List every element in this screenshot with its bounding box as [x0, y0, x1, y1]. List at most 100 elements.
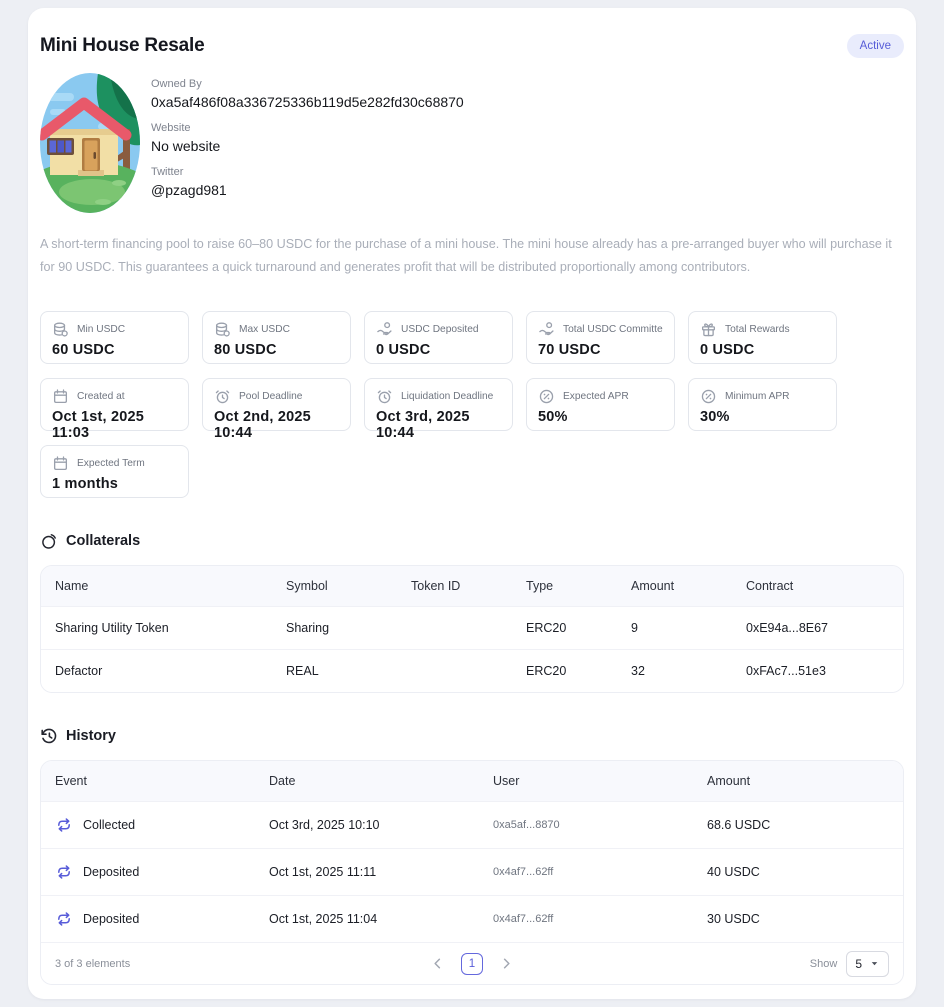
event-type: Collected	[83, 818, 136, 833]
column-header: Type	[526, 579, 554, 594]
history-icon	[40, 727, 58, 745]
collateral-type: ERC20	[512, 606, 617, 650]
pool-avatar-image	[40, 73, 140, 213]
stat-card-max-usdc: Max USDC 80 USDC	[202, 311, 351, 365]
collateral-row: Defactor REAL ERC20 32 0xFAc7...51e3	[41, 649, 903, 693]
profile-fields: Owned By 0xa5af486f08a336725336b119d5e28…	[151, 73, 464, 213]
owned-by-label: Owned By	[151, 78, 202, 90]
element-count: 3 of 3 elements	[55, 957, 131, 970]
stat-label: USDC Deposited	[401, 324, 479, 336]
event-amount: 68.6 USDC	[693, 801, 903, 849]
collateral-row: Sharing Utility Token Sharing ERC20 9 0x…	[41, 606, 903, 650]
column-header: Amount	[707, 774, 751, 789]
stat-value: 30%	[700, 409, 730, 426]
stats-grid: Min USDC 60 USDC Max USDC 80 USDC USDC D…	[40, 311, 904, 499]
section-title: Collaterals	[66, 533, 141, 550]
event-user-address: 0x4af7...62ff	[479, 848, 693, 896]
column-header: Date	[269, 774, 296, 789]
stat-value: Oct 1st, 2025 11:03	[52, 409, 145, 442]
next-page-button[interactable]	[499, 956, 514, 971]
event-type: Deposited	[83, 865, 140, 880]
collaterals-header-row: Name Symbol Token ID Type Amount Contrac…	[41, 566, 903, 607]
website-value: No website	[151, 138, 221, 154]
page: Mini House Resale Active Owned By 0xa5af…	[0, 0, 944, 1007]
event-date: Oct 3rd, 2025 10:10	[255, 801, 479, 849]
page-size-control: Show 5	[514, 950, 889, 977]
page-size-value: 5	[855, 956, 862, 971]
prev-page-button[interactable]	[430, 956, 445, 971]
percent-icon	[700, 388, 717, 405]
pool-detail-card: Mini House Resale Active Owned By 0xa5af…	[28, 8, 916, 1000]
history-header-row: Event Date User Amount	[41, 761, 903, 802]
history-section-header: History	[40, 727, 904, 745]
collateral-amount: 32	[617, 649, 732, 693]
owned-by-field: Owned By 0xa5af486f08a336725336b119d5e28…	[151, 78, 464, 110]
column-header: Symbol	[286, 579, 328, 594]
stat-value: 60 USDC	[52, 342, 115, 359]
stat-card-pool-deadline: Pool Deadline Oct 2nd, 2025 10:44	[202, 378, 351, 441]
collateral-token-id	[397, 649, 512, 693]
stat-value: 0 USDC	[376, 342, 431, 359]
stat-card-liquidation-deadline: Liquidation Deadline Oct 3rd, 2025 10:44	[364, 378, 513, 441]
coins-icon	[52, 321, 69, 338]
percent-icon	[538, 388, 555, 405]
stat-value: Oct 3rd, 2025 10:44	[376, 409, 470, 442]
event-date: Oct 1st, 2025 11:11	[255, 848, 479, 896]
stat-value: 80 USDC	[214, 342, 277, 359]
event-amount: 40 USDC	[693, 848, 903, 896]
house-illustration	[40, 73, 140, 213]
page-size-select[interactable]: 5	[846, 950, 889, 977]
transfer-arrows-icon	[55, 910, 73, 928]
twitter-handle: @pzagd981	[151, 182, 227, 198]
stat-label: Minimum APR	[725, 391, 790, 403]
stat-label: Max USDC	[239, 324, 290, 336]
twitter-field: Twitter @pzagd981	[151, 166, 464, 198]
collaterals-section-header: Collaterals	[40, 532, 904, 550]
stat-card-minimum-apr: Minimum APR 30%	[688, 378, 837, 432]
history-row: Deposited Oct 1st, 2025 11:04 0x4af7...6…	[41, 895, 903, 943]
transfer-arrows-icon	[55, 816, 73, 834]
twitter-label: Twitter	[151, 166, 184, 178]
page-title: Mini House Resale	[40, 35, 205, 56]
page-number-button[interactable]: 1	[461, 952, 483, 975]
stat-label: Expected APR	[563, 391, 629, 403]
collaterals-table: Name Symbol Token ID Type Amount Contrac…	[40, 565, 904, 694]
alarm-clock-icon	[214, 388, 231, 405]
website-field: Website No website	[151, 122, 464, 154]
chevron-left-icon	[430, 956, 445, 971]
column-header: Event	[55, 774, 87, 789]
collateral-symbol: REAL	[272, 649, 397, 693]
event-user-address: 0x4af7...62ff	[479, 895, 693, 943]
profile-section: Owned By 0xa5af486f08a336725336b119d5e28…	[40, 73, 904, 213]
stat-value: 70 USDC	[538, 342, 601, 359]
event-amount: 30 USDC	[693, 895, 903, 943]
history-pagination: 3 of 3 elements 1 Show 5	[41, 942, 903, 985]
stat-label: Created at	[77, 391, 125, 403]
stat-value: 50%	[538, 409, 568, 426]
stat-card-usdc-deposited: USDC Deposited 0 USDC	[364, 311, 513, 365]
collateral-contract: 0xFAc7...51e3	[732, 649, 903, 693]
stat-card-min-usdc: Min USDC 60 USDC	[40, 311, 189, 365]
website-label: Website	[151, 122, 191, 134]
collateral-type: ERC20	[512, 649, 617, 693]
collateral-token-id	[397, 606, 512, 650]
owner-address: 0xa5af486f08a336725336b119d5e282fd30c688…	[151, 94, 464, 110]
column-header: Name	[55, 579, 89, 594]
stat-card-created-at: Created at Oct 1st, 2025 11:03	[40, 378, 189, 441]
column-header: Contract	[746, 579, 794, 594]
calendar-icon	[52, 388, 69, 405]
stat-card-expected-term: Expected Term 1 months	[40, 445, 189, 499]
pool-description: A short-term financing pool to raise 60–…	[40, 237, 892, 274]
stat-label: Liquidation Deadline	[401, 391, 494, 403]
collateral-contract: 0xE94a...8E67	[732, 606, 903, 650]
stat-value: 0 USDC	[700, 342, 755, 359]
history-table: Event Date User Amount Collected Oct 3rd…	[40, 760, 904, 986]
transfer-arrows-icon	[55, 863, 73, 881]
event-type: Deposited	[83, 912, 140, 927]
event-user-address: 0xa5af...8870	[479, 801, 693, 849]
collateral-symbol: Sharing	[272, 606, 397, 650]
section-title: History	[66, 728, 116, 745]
token-icon	[40, 532, 58, 550]
collateral-name: Defactor	[41, 649, 272, 693]
hand-coin-icon	[538, 321, 555, 338]
